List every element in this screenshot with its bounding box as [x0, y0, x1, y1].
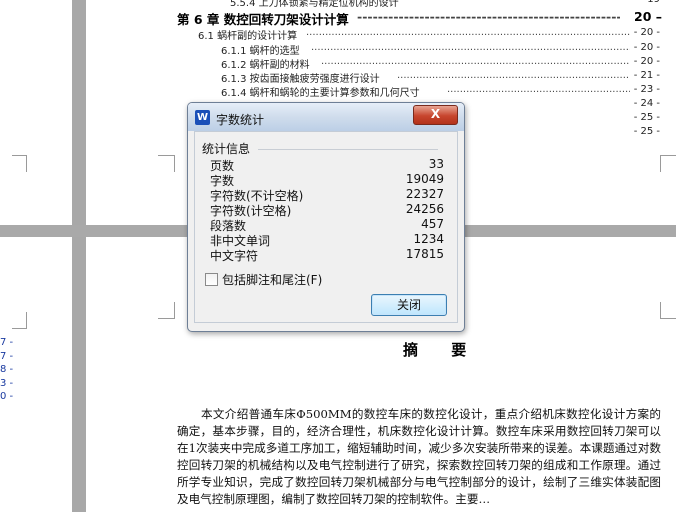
dialog-title: 字数统计	[216, 113, 265, 127]
toc-leader: ........................................…	[397, 70, 630, 81]
stat-value: 17815	[405, 247, 444, 261]
stat-row-words: 字数 19049	[210, 172, 444, 188]
abstract-title: 摘 要	[403, 341, 481, 359]
stat-row-chinese-chars: 中文字符 17815	[210, 247, 444, 263]
close-dialog-button[interactable]: 关闭	[371, 294, 447, 316]
toc-label: 6.1 蜗杆副的设计计算	[198, 31, 298, 42]
stat-label: 字符数(计空格)	[210, 204, 292, 218]
toc-label: 第 6 章 数控回转刀架设计计算	[177, 12, 349, 27]
toc-entry[interactable]: 6.1 蜗杆副的设计计算 ...........................…	[198, 27, 660, 42]
stat-label: 非中文单词	[210, 234, 271, 248]
toc-page: - 25 -	[633, 126, 660, 137]
stat-value: 457	[421, 217, 444, 231]
crop-mark	[660, 155, 676, 172]
stat-label: 页数	[210, 159, 235, 173]
close-button[interactable]: X	[413, 105, 458, 125]
wps-writer-icon: W	[195, 110, 210, 125]
toc-entry[interactable]: 6.1.4 蜗杆和蜗轮的主要计算参数和几何尺寸 ................…	[221, 84, 660, 99]
abstract-body: 本文介绍普通车床Φ500MM的数控车床的数控化设计，重点介绍机床数控化设计方案的…	[177, 407, 661, 506]
toc-entry[interactable]: 6.1.1 蜗杆的选型 ............................…	[221, 42, 660, 57]
toc-leader: ........................................…	[306, 27, 630, 38]
stat-label: 字数	[210, 174, 235, 188]
toc-page: - 20 -	[633, 42, 660, 53]
include-footnotes-label[interactable]: 包括脚注和尾注(F)	[222, 271, 322, 288]
toc-page: 20 –	[634, 9, 662, 24]
stat-value: 19049	[405, 172, 444, 186]
stat-row-paragraphs: 段落数 457	[210, 217, 444, 233]
toc-leader: ........................................…	[311, 42, 630, 53]
crop-mark	[12, 155, 27, 172]
stat-label: 中文字符	[210, 249, 259, 263]
group-label: 统计信息	[202, 140, 254, 157]
toc-leader: ........................................…	[447, 84, 630, 95]
group-divider	[258, 149, 438, 150]
left-page-fragment: 7 - 7 - 8 - 3 - 0 -	[0, 336, 13, 404]
toc-leader: ----------------------------------------…	[357, 9, 620, 24]
toc-page: - 25 -	[633, 112, 660, 123]
stat-label: 字符数(不计空格)	[210, 189, 304, 203]
stat-value: 24256	[405, 202, 444, 216]
toc-entry-cut: 5.5.4 上刀体锁紧与精定位机构的设计 19	[230, 0, 660, 9]
toc-page: 19	[647, 0, 660, 5]
crop-mark	[660, 302, 676, 319]
crop-mark	[158, 302, 175, 319]
stat-label: 段落数	[210, 219, 247, 233]
stat-value: 22327	[405, 187, 444, 201]
toc-page: - 24 -	[633, 98, 660, 109]
toc-label: 5.5.4 上刀体锁紧与精定位机构的设计	[230, 0, 399, 9]
toc-entry[interactable]: 6.1.2 蜗杆副的材料 ...........................…	[221, 56, 660, 71]
toc-entry-chapter[interactable]: 第 6 章 数控回转刀架设计计算 -----------------------…	[177, 9, 662, 27]
left-mark: 8 -	[0, 364, 14, 375]
dialog-titlebar[interactable]: W 字数统计 X	[188, 103, 464, 131]
left-mark: 7 -	[0, 350, 14, 362]
toc-page: - 20 -	[633, 56, 660, 67]
stat-row-non-chinese-words: 非中文单词 1234	[210, 232, 444, 248]
document-page-left-top	[0, 0, 72, 225]
stat-value: 1234	[413, 232, 444, 246]
stat-row-chars-no-spaces: 字符数(不计空格) 22327	[210, 187, 444, 203]
stat-value: 33	[428, 157, 444, 171]
left-mark: 7 -	[0, 337, 14, 348]
toc-entry[interactable]: 6.1.3 按齿面接触疲劳强度进行设计 ....................…	[221, 70, 660, 85]
left-mark: 3 -	[0, 377, 14, 389]
toc-page: - 23 -	[633, 84, 660, 95]
toc-page: - 21 -	[633, 70, 660, 81]
stat-row-chars-with-spaces: 字符数(计空格) 24256	[210, 202, 444, 218]
crop-mark	[158, 155, 175, 172]
left-mark: 0 -	[0, 391, 14, 402]
stat-row-pages: 页数 33	[210, 157, 444, 173]
toc-page: - 20 -	[633, 27, 660, 38]
word-count-dialog: W 字数统计 X 统计信息 页数 33 字数 19049 字符数(不计空格) 2…	[187, 102, 465, 332]
include-footnotes-checkbox[interactable]	[205, 273, 218, 286]
crop-mark	[12, 312, 27, 329]
toc-leader: ........................................…	[321, 56, 630, 67]
